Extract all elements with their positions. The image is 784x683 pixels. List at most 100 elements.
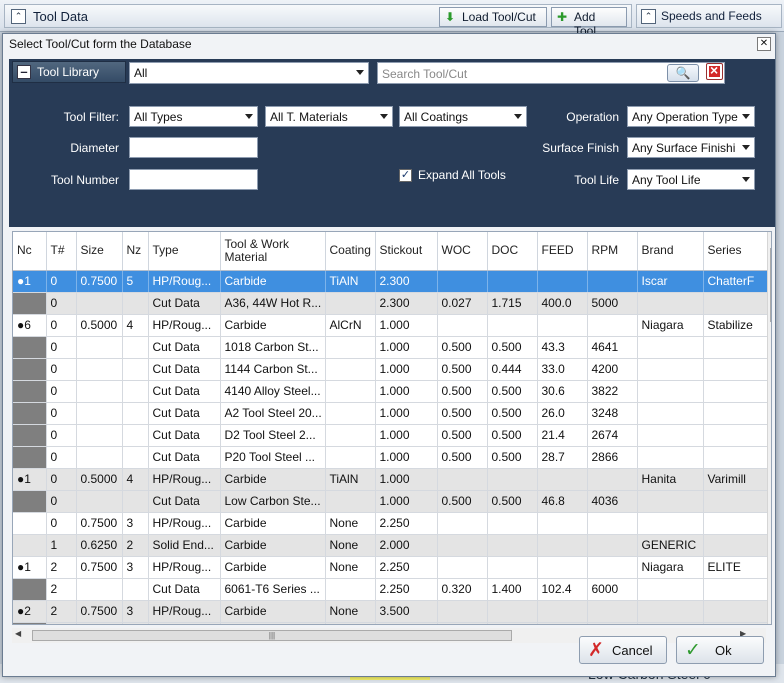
column-header[interactable]: Nc — [13, 232, 47, 271]
table-cell — [76, 402, 123, 425]
table-cell: Carbide — [220, 468, 326, 491]
column-header[interactable]: Nz — [122, 232, 149, 271]
diameter-input[interactable] — [129, 137, 258, 158]
vertical-scroll-thumb[interactable] — [770, 248, 771, 322]
table-cell: 0 — [46, 380, 77, 403]
table-row[interactable]: 0 Cut Data D2 Tool Steel 2... 1.000 0.500 0.5… — [13, 424, 768, 447]
table-cell: Cut Data — [148, 578, 221, 601]
chevron-down-icon — [245, 114, 253, 119]
table-cell — [437, 270, 488, 293]
table-row[interactable]: ●2 2 0.7500 3 HP/Roug... Carbide None 3.500 — [13, 600, 768, 623]
table-cell: 2674 — [587, 424, 638, 447]
collapse-icon[interactable]: ⌃ — [11, 9, 26, 24]
table-cell: ●1 — [13, 270, 47, 293]
table-row[interactable]: ●1 2 0.7500 3 HP/Roug... Carbide None 2.250 Niag… — [13, 556, 768, 579]
table-cell — [437, 512, 488, 535]
table-cell — [637, 490, 704, 513]
add-tool-button[interactable]: ✚ Add Tool — [551, 7, 627, 38]
table-row[interactable]: 0 Cut Data A36, 44W Hot R... 2.300 0.027 1.71… — [13, 292, 768, 315]
table-cell — [487, 270, 538, 293]
table-cell: 0 — [46, 292, 77, 315]
table-cell: TiAlN — [325, 270, 376, 293]
scroll-left-icon[interactable]: ◀ — [15, 629, 21, 638]
table-row[interactable]: 1 0.6250 2 Solid End... Carbide None 2.000 GENE… — [13, 534, 768, 557]
column-header[interactable]: Tool & Work Material — [220, 232, 326, 271]
type-filter-select[interactable]: All Types — [129, 106, 258, 127]
table-row[interactable]: 0 0.7500 3 HP/Roug... Carbide None 2.250 — [13, 512, 768, 535]
table-cell: 5 — [122, 270, 149, 293]
table-cell: 1.000 — [375, 402, 438, 425]
library-select[interactable]: All — [129, 62, 369, 84]
table-cell — [637, 446, 704, 469]
table-row[interactable]: ●6 0 0.5000 4 HP/Roug... Carbide AlCrN 1.000 Nia… — [13, 314, 768, 337]
table-row[interactable]: 0 Cut Data 1018 Carbon St... 1.000 0.500 0.50… — [13, 336, 768, 359]
table-cell — [122, 402, 149, 425]
material-filter-select[interactable]: All T. Materials — [265, 106, 393, 127]
column-header[interactable]: T# — [46, 232, 77, 271]
column-header[interactable]: Size — [76, 232, 123, 271]
table-cell — [76, 424, 123, 447]
table-row[interactable]: 0 Cut Data 1144 Carbon St... 1.000 0.500 0.44… — [13, 358, 768, 381]
vertical-scrollbar[interactable]: ▲ — [767, 232, 772, 624]
table-row[interactable]: 0 Cut Data Low Carbon Ste... 1.000 0.500 0.50… — [13, 490, 768, 513]
table-row[interactable]: 0 Cut Data P20 Tool Steel ... 1.000 0.500 0.5… — [13, 446, 768, 469]
collapse-icon[interactable]: ⌃ — [641, 9, 656, 24]
column-header[interactable]: Stickout — [375, 232, 438, 271]
load-tool-cut-button[interactable]: ⬇ Load Tool/Cut — [439, 7, 547, 27]
tool-table[interactable]: Nc T# Size Nz Type Tool & Work Material Coatin… — [12, 231, 772, 625]
table-row[interactable]: ●1 0 0.5000 4 HP/Roug... Carbide TiAlN 1.000 Han… — [13, 468, 768, 491]
table-cell: 21.4 — [537, 424, 588, 447]
table-cell — [325, 402, 376, 425]
table-row[interactable]: 2 Cut Data6061-T6 Series ... 3.5000.0201.5… — [13, 622, 768, 624]
table-cell — [587, 270, 638, 293]
table-cell — [76, 380, 123, 403]
table-cell: 4036 — [587, 490, 638, 513]
table-cell — [703, 358, 768, 381]
tool-life-select[interactable]: Any Tool Life — [627, 169, 755, 190]
table-cell — [537, 600, 588, 623]
column-header[interactable]: Coating — [325, 232, 376, 271]
search-icon[interactable]: 🔍 — [667, 64, 699, 82]
close-icon[interactable]: ✕ — [757, 37, 771, 51]
scroll-up-icon[interactable]: ▲ — [771, 234, 772, 243]
table-cell: 0 — [46, 270, 77, 293]
column-header[interactable]: Series — [703, 232, 768, 271]
table-cell: 47.4 — [537, 622, 588, 624]
table-cell: 1 — [46, 534, 77, 557]
chevron-down-icon — [742, 145, 750, 150]
expand-all-checkbox[interactable]: ✓ — [399, 169, 412, 182]
operation-select[interactable]: Any Operation Type — [627, 106, 755, 127]
column-header[interactable]: RPM — [587, 232, 638, 271]
tool-number-input[interactable] — [129, 169, 258, 190]
table-row[interactable]: ●1 0 0.7500 5 HP/Roug... Carbide TiAlN 2.300 Isc… — [13, 270, 768, 293]
table-cell: HP/Roug... — [148, 600, 221, 623]
table-cell: 0.7500 — [76, 512, 123, 535]
clear-search-icon[interactable] — [706, 62, 723, 80]
table-cell — [325, 358, 376, 381]
tool-library-toggle[interactable]: – Tool Library — [12, 61, 126, 83]
table-cell: 28.7 — [537, 446, 588, 469]
table-cell: 2 — [122, 534, 149, 557]
speeds-feeds-title: Speeds and Feeds — [661, 9, 762, 23]
column-header[interactable]: DOC — [487, 232, 538, 271]
table-cell — [437, 468, 488, 491]
table-cell: Carbide — [220, 512, 326, 535]
column-header[interactable]: WOC — [437, 232, 488, 271]
table-row[interactable]: 0 Cut Data 4140 Alloy Steel... 1.000 0.500 0.… — [13, 380, 768, 403]
coating-filter-select[interactable]: All Coatings — [399, 106, 527, 127]
table-cell — [487, 600, 538, 623]
column-header[interactable]: Brand — [637, 232, 704, 271]
column-header[interactable]: Type — [148, 232, 221, 271]
column-header[interactable]: FEED — [537, 232, 588, 271]
table-cell — [76, 358, 123, 381]
surface-finish-select[interactable]: Any Surface Finishi — [627, 137, 755, 158]
table-cell: D2 Tool Steel 2... — [220, 424, 326, 447]
table-row[interactable]: 0 Cut Data A2 Tool Steel 20... 1.000 0.500 0.… — [13, 402, 768, 425]
table-cell — [637, 600, 704, 623]
ok-button[interactable]: ✓ Ok — [676, 636, 764, 664]
horizontal-scroll-thumb[interactable]: ||| — [32, 630, 512, 641]
table-row[interactable]: 2 Cut Data 6061-T6 Series ... 2.250 0.320 1.4… — [13, 578, 768, 601]
table-cell: 2866 — [587, 446, 638, 469]
cancel-button[interactable]: ✗ Cancel — [579, 636, 667, 664]
table-cell — [637, 402, 704, 425]
